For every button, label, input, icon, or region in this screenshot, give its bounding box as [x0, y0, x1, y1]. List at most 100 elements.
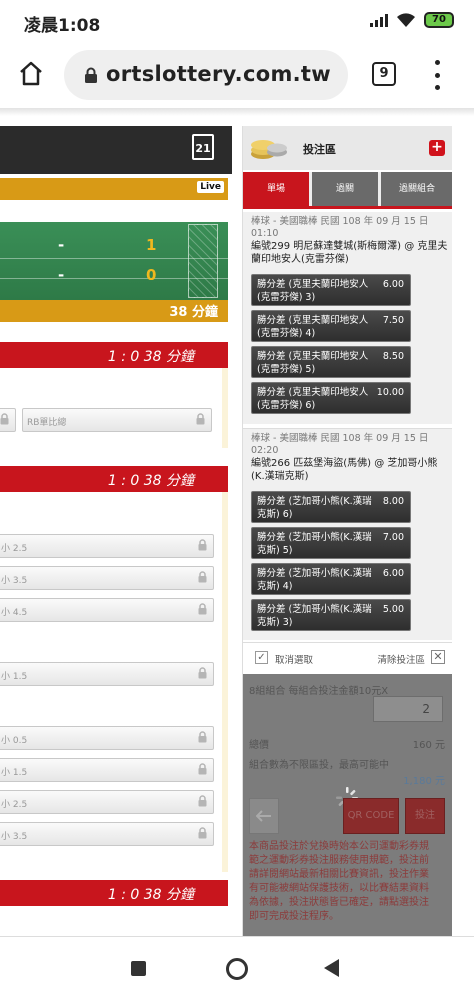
- bet-slip-header: 投注區 +: [243, 126, 452, 170]
- home-nav-button[interactable]: [226, 958, 248, 980]
- minute-label: 38 分鐘: [169, 305, 218, 320]
- total-value: 160 元: [412, 740, 445, 751]
- live-bar: Live: [0, 178, 228, 200]
- tab-parlay-combo[interactable]: 過關組合: [381, 172, 452, 206]
- option-button[interactable]: 小 0.5: [0, 726, 214, 750]
- cancel-label: 取消選取: [275, 655, 314, 666]
- lock-icon: [196, 413, 205, 425]
- status-icons: 70: [370, 12, 454, 28]
- coins-icon: [249, 132, 289, 162]
- system-nav-bar: [0, 936, 474, 1000]
- browser-toolbar: ortslottery.com.tw 9: [0, 42, 474, 108]
- wifi-icon: [396, 12, 416, 28]
- odds-button[interactable]: 勝分差 (芝加哥小熊(K.漢瑞克斯) 3) 5.00: [251, 599, 411, 631]
- option-label: 小 2.5: [1, 544, 28, 554]
- option-button[interactable]: 小 1.5: [0, 662, 214, 686]
- max-payout-label: 組合數為不限區投，最高可能中: [249, 760, 389, 771]
- option-label: 小 0.5: [1, 736, 28, 746]
- home-button[interactable]: [16, 58, 46, 88]
- signal-icon: [370, 13, 388, 27]
- option-label: 小 3.5: [1, 576, 28, 586]
- section-header[interactable]: 1 : 0 38 分鐘: [0, 880, 228, 906]
- cancel-checkbox[interactable]: ✓: [255, 651, 268, 664]
- calendar-icon[interactable]: 21: [192, 134, 214, 160]
- terms-note: 本商品投注於兌換時始本公司運動彩券規範之運動彩券投注服務使用規範，投注前請詳閱網…: [249, 841, 429, 922]
- status-time: 凌晨1:08: [24, 16, 101, 36]
- bet-time: 01:10: [251, 228, 279, 239]
- option-button[interactable]: 小 4.5: [0, 598, 214, 622]
- submit-bet-button[interactable]: 投注: [405, 798, 445, 834]
- bet-match: 編號266 匹茲堡海盜(馬佛) @ 芝加哥小熊(K.漢瑞克斯): [251, 458, 438, 482]
- qr-code-button[interactable]: QR CODE: [343, 798, 399, 834]
- option-button[interactable]: 小 3.5: [0, 822, 214, 846]
- home-icon: [20, 61, 42, 86]
- bet-slip-title: 投注區: [303, 143, 336, 156]
- option-button[interactable]: 小 1.5: [0, 758, 214, 782]
- score-row: - 0: [58, 266, 157, 284]
- lock-icon: [198, 827, 207, 839]
- minute-bar: 38 分鐘: [0, 300, 228, 322]
- option-label: 小 3.5: [1, 832, 28, 842]
- url-text: ortslottery.com.tw: [106, 62, 331, 86]
- arrow-left-icon: [255, 810, 271, 822]
- odds-button[interactable]: 勝分差 (芝加哥小熊(K.漢瑞克斯) 6) 8.00: [251, 491, 411, 523]
- expand-button[interactable]: +: [429, 140, 445, 156]
- live-field: - 1 - 0: [0, 222, 228, 300]
- odds-button[interactable]: 勝分差 (芝加哥小熊(K.漢瑞克斯) 5) 7.00: [251, 527, 411, 559]
- tab-single[interactable]: 單場: [243, 172, 309, 206]
- tab-parlay[interactable]: 過關: [312, 172, 378, 206]
- bet-meta: 棒球 - 美國職棒 民國 108 年 09 月 15 日: [251, 433, 429, 444]
- combo-label: 8組組合 每組合投注金額10元X: [249, 686, 389, 697]
- lock-icon: [198, 603, 207, 615]
- back-button[interactable]: [249, 798, 279, 834]
- option-label: 小 2.5: [1, 800, 28, 810]
- close-icon[interactable]: ✕: [431, 650, 445, 664]
- tab-switcher-button[interactable]: 9: [372, 62, 396, 86]
- option-button[interactable]: 小 2.5: [0, 534, 214, 558]
- bet-type-tabs: 單場 過關 過關組合: [243, 172, 452, 206]
- option-label: 小 1.5: [1, 768, 28, 778]
- lock-icon: [198, 763, 207, 775]
- status-bar: 凌晨1:08 70: [0, 0, 474, 42]
- odds-button[interactable]: 勝分差 (芝加哥小熊(K.漢瑞克斯) 4) 6.00: [251, 563, 411, 595]
- lock-icon: [0, 413, 9, 425]
- option-label: 小 1.5: [1, 672, 28, 682]
- odds-button[interactable]: 勝分差 (克里夫蘭印地安人(克雷芬傑) 5) 8.50: [251, 346, 411, 378]
- option-button[interactable]: 小 3.5: [0, 566, 214, 590]
- lock-icon: [198, 539, 207, 551]
- total-label: 總價: [249, 740, 269, 751]
- max-payout-value: 1,180 元: [403, 776, 445, 787]
- option-button[interactable]: 小 2.5: [0, 790, 214, 814]
- battery-icon: 70: [424, 12, 454, 28]
- section-header[interactable]: 1 : 0 38 分鐘: [0, 466, 228, 492]
- bet-slip: 投注區 + 單場 過關 過關組合 棒球 - 美國職棒 民國 108 年 09 月…: [242, 126, 452, 936]
- lock-icon: [198, 795, 207, 807]
- back-nav-button[interactable]: [324, 959, 339, 977]
- option-button[interactable]: RB單比總: [22, 408, 212, 432]
- odds-button[interactable]: 勝分差 (克里夫蘭印地安人(克雷芬傑) 6) 10.00: [251, 382, 411, 414]
- lock-icon: [198, 571, 207, 583]
- score-row: - 1: [58, 236, 157, 254]
- bet-meta: 棒球 - 美國職棒 民國 108 年 09 月 15 日: [251, 216, 429, 227]
- address-bar[interactable]: ortslottery.com.tw: [64, 50, 348, 100]
- tab-underline: [243, 206, 452, 209]
- recents-button[interactable]: [131, 961, 146, 976]
- multiplier-input[interactable]: 2: [373, 696, 443, 722]
- lock-icon: [84, 67, 98, 83]
- bet-time: 02:20: [251, 445, 279, 456]
- lock-icon: [198, 667, 207, 679]
- section-header[interactable]: 1 : 0 38 分鐘: [0, 342, 228, 368]
- clear-betslip-link[interactable]: 清除投注區: [377, 652, 425, 666]
- loading-overlay: 8組組合 每組合投注金額10元X 2 總價 160 元 組合數為不限區投，最高可…: [243, 674, 452, 936]
- bet-match: 編號299 明尼蘇達雙城(斯梅爾澤) @ 克里夫蘭印地安人(克雷芬傑): [251, 241, 448, 265]
- live-badge: Live: [197, 181, 224, 193]
- odds-button[interactable]: 勝分差 (克里夫蘭印地安人(克雷芬傑) 4) 7.50: [251, 310, 411, 342]
- bet-group: 棒球 - 美國職棒 民國 108 年 09 月 15 日 01:10 編號299…: [243, 212, 452, 424]
- match-header: 21: [0, 126, 232, 174]
- option-button[interactable]: [0, 408, 16, 432]
- section-panel: RB單比總: [0, 368, 228, 448]
- overflow-menu-button[interactable]: [433, 60, 441, 90]
- option-label: 小 4.5: [1, 608, 28, 618]
- odds-button[interactable]: 勝分差 (克里夫蘭印地安人(克雷芬傑) 3) 6.00: [251, 274, 411, 306]
- bet-group: 棒球 - 美國職棒 民國 108 年 09 月 15 日 02:20 編號266…: [243, 428, 452, 640]
